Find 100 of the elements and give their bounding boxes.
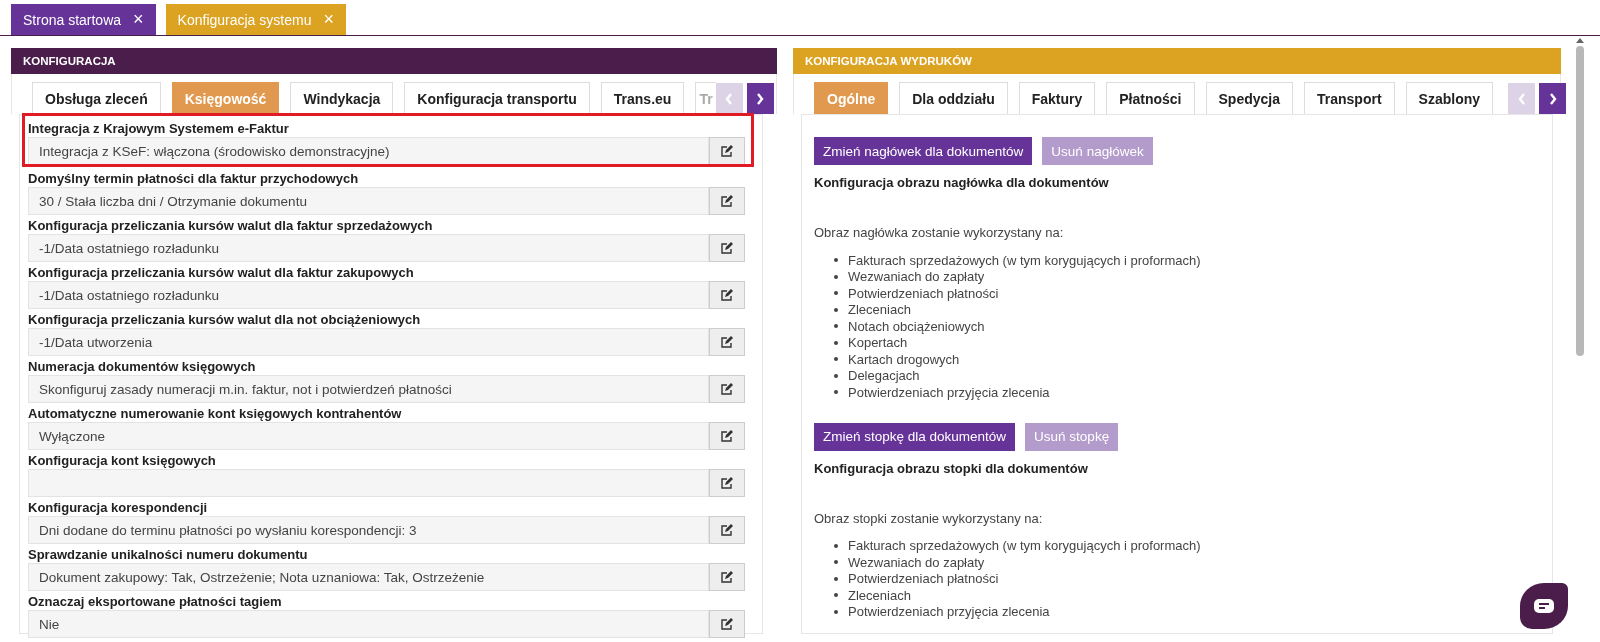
edit-button[interactable] bbox=[709, 281, 745, 309]
setting-label: Sprawdzanie unikalności numeru dokumentu bbox=[28, 547, 309, 563]
list-item: Zleceniach bbox=[848, 587, 911, 603]
edit-icon bbox=[720, 570, 734, 584]
edit-icon bbox=[720, 382, 734, 396]
setting-label: Automatyczne numerowanie kont księgowych kontrahentów bbox=[28, 406, 403, 422]
section-heading: Konfiguracja obrazu stopki dla dokumentów bbox=[814, 460, 1089, 476]
setting-label: Konfiguracja przeliczania kursów walut dla not obciążeniowych bbox=[28, 312, 422, 328]
edit-icon bbox=[720, 241, 734, 255]
list-item: Potwierdzeniach płatności bbox=[848, 571, 999, 587]
setting-label: Integracja z Krajowym Systemem e-Faktur bbox=[28, 121, 290, 137]
bullet-icon bbox=[834, 390, 838, 395]
list-item: Potwierdzeniach płatności bbox=[848, 285, 999, 301]
setting-label: Numeracja dokumentów księgowych bbox=[28, 359, 257, 375]
bullet-icon bbox=[834, 340, 838, 345]
chevron-right-icon bbox=[756, 92, 765, 105]
bullet-icon bbox=[834, 357, 838, 362]
bullet-icon bbox=[834, 543, 838, 548]
list-item: Delegacjach bbox=[848, 368, 920, 384]
chevron-right-icon bbox=[1548, 92, 1557, 105]
edit-button[interactable] bbox=[709, 137, 745, 165]
close-icon[interactable]: × bbox=[133, 9, 144, 30]
edit-button[interactable] bbox=[709, 422, 745, 450]
edit-button[interactable] bbox=[709, 469, 745, 497]
bullet-icon bbox=[834, 324, 838, 329]
setting-label: Konfiguracja korespondencji bbox=[28, 500, 209, 516]
edit-button[interactable] bbox=[709, 328, 745, 356]
edit-button[interactable] bbox=[709, 375, 745, 403]
section-heading: Konfiguracja obrazu nagłówka dla dokumentów bbox=[814, 175, 1110, 190]
list-item: Wezwaniach do zapłaty bbox=[848, 554, 985, 570]
intro-text: Obraz nagłówka zostanie wykorzystany na: bbox=[814, 225, 1065, 240]
bullet-icon bbox=[834, 258, 838, 263]
list-item: Wezwaniach do zapłaty bbox=[848, 269, 985, 285]
edit-icon bbox=[720, 144, 734, 158]
tab[interactable]: Konfiguracja transportu bbox=[404, 82, 590, 114]
setting-field: Nie bbox=[28, 610, 709, 638]
edit-button[interactable] bbox=[709, 516, 745, 544]
list-item: Kopertach bbox=[848, 335, 908, 351]
setting-field: Dokument zakupowy: Tak, Ostrzeżenie; Nota uznaniowa: Tak, Ostrzeżenie bbox=[28, 563, 709, 591]
panel-header: KONFIGURACJA WYDRUKÓW bbox=[793, 48, 1561, 74]
setting-field: -1/Data ostatniego rozładunku bbox=[28, 281, 709, 309]
bullet-icon bbox=[834, 593, 838, 598]
setting-field: 30 / Stała liczba dni / Otrzymanie dokumentu bbox=[28, 187, 709, 215]
list-item: Fakturach sprzedażowych (w tym korygujących i proformach) bbox=[848, 252, 1201, 268]
tab[interactable]: Szablony bbox=[1405, 82, 1494, 114]
setting-field: -1/Data ostatniego rozładunku bbox=[28, 234, 709, 262]
edit-button[interactable] bbox=[709, 234, 745, 262]
bullet-icon bbox=[834, 560, 838, 565]
bullet-icon bbox=[834, 373, 838, 378]
page-tab[interactable]: Strona startowa × bbox=[11, 4, 156, 35]
list-item: Notach obciążeniowych bbox=[848, 318, 985, 334]
tab-label: Konfiguracja systemu bbox=[177, 11, 312, 28]
chevron-left-icon bbox=[1517, 92, 1526, 105]
edit-icon bbox=[720, 523, 734, 537]
action-button[interactable]: Zmień stopkę dla dokumentów bbox=[814, 422, 1016, 451]
edit-icon bbox=[720, 476, 734, 490]
tab[interactable]: Faktury bbox=[1018, 82, 1096, 114]
intro-text: Obraz stopki zostanie wykorzystany na: bbox=[814, 510, 1044, 526]
edit-icon bbox=[720, 617, 734, 631]
bullet-icon bbox=[834, 291, 838, 296]
setting-label: Domyślny termin płatności dla faktur przychodowych bbox=[28, 171, 360, 187]
bullet-icon bbox=[834, 576, 838, 581]
chevron-left-icon bbox=[725, 92, 734, 105]
setting-field: Skonfiguruj zasady numeracji m.in. faktur, not i potwierdzeń płatności bbox=[28, 375, 709, 403]
setting-label: Konfiguracja przeliczania kursów walut dla faktur sprzedażowych bbox=[28, 218, 434, 234]
edit-button[interactable] bbox=[709, 187, 745, 215]
tab[interactable]: Spedycja bbox=[1205, 82, 1293, 114]
bullet-icon bbox=[834, 609, 838, 614]
chat-button[interactable] bbox=[1520, 583, 1568, 629]
setting-field: Wyłączone bbox=[28, 422, 709, 450]
scroll-up-icon bbox=[1576, 38, 1584, 43]
setting-label: Oznaczaj eksportowane płatności tagiem bbox=[28, 594, 283, 610]
tab-label: Strona startowa bbox=[23, 11, 122, 28]
action-button[interactable]: Zmień nagłówek dla dokumentów bbox=[814, 137, 1033, 165]
chat-icon bbox=[1534, 599, 1554, 613]
list-item: Kartach drogowych bbox=[848, 351, 960, 367]
tab[interactable]: Obsługa zleceń bbox=[32, 82, 161, 114]
setting-label: Konfiguracja kont księgowych bbox=[28, 453, 217, 469]
edit-button[interactable] bbox=[709, 610, 745, 638]
next-button[interactable] bbox=[746, 83, 774, 114]
edit-icon bbox=[720, 194, 734, 208]
tab[interactable]: Trans.eu bbox=[600, 82, 685, 114]
next-button[interactable] bbox=[1539, 83, 1567, 114]
setting-field: Integracja z KSeF: włączona (środowisko demonstracyjne) bbox=[28, 137, 709, 165]
edit-icon bbox=[720, 288, 734, 302]
tab[interactable]: Windykacja bbox=[290, 82, 394, 114]
tab[interactable]: Płatności bbox=[1106, 82, 1195, 114]
edit-icon bbox=[720, 429, 734, 443]
scrollbar-thumb[interactable] bbox=[1576, 46, 1584, 356]
tab[interactable]: Dla oddziału bbox=[899, 82, 1008, 114]
bullet-icon bbox=[834, 307, 838, 312]
bullet-icon bbox=[834, 274, 838, 279]
list-item: Fakturach sprzedażowych (w tym korygujących i proformach) bbox=[848, 538, 1201, 554]
edit-icon bbox=[720, 335, 734, 349]
panel-header: KONFIGURACJA bbox=[11, 48, 777, 74]
list-item: Potwierdzeniach przyjęcia zlecenia bbox=[848, 384, 1050, 400]
edit-button[interactable] bbox=[709, 563, 745, 591]
setting-field: -1/Data utworzenia bbox=[28, 328, 709, 356]
setting-label: Konfiguracja przeliczania kursów walut dla faktur zakupowych bbox=[28, 265, 415, 281]
tab[interactable]: Transport bbox=[1304, 82, 1395, 114]
